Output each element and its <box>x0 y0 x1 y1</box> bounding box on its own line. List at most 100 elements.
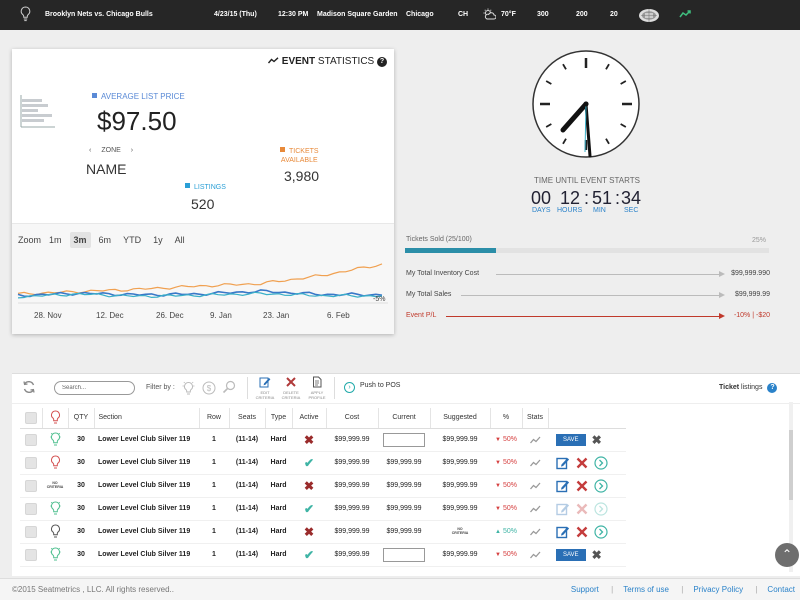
delete-icon[interactable] <box>575 456 589 470</box>
trend-up-icon[interactable] <box>679 9 692 19</box>
table-row[interactable]: NO CRITERIA 30 Lower Level Club Silver 119 1… <box>20 474 626 498</box>
column-header[interactable]: Seats <box>229 408 266 429</box>
push-to-pos-icon[interactable] <box>594 478 608 493</box>
push-to-pos-button[interactable]: › Push to POS <box>344 382 400 393</box>
total-inventory-cost-label: My Total Inventory Cost <box>406 270 480 277</box>
ticket-listings-panel: Filter by : $ EDIT CRITERIA DELETE CRITE… <box>12 373 800 576</box>
lightbulb-icon[interactable] <box>49 547 61 562</box>
lightbulb-icon[interactable] <box>50 524 61 539</box>
check-icon[interactable]: ✔ <box>304 502 314 516</box>
percent-cell: ▼ 50% <box>490 451 522 475</box>
listings-value: 520 <box>191 196 215 212</box>
column-header[interactable]: Current <box>378 408 431 429</box>
column-header[interactable]: % <box>490 408 523 429</box>
zoom-3m[interactable]: 3m <box>69 232 91 248</box>
trend-icon[interactable] <box>529 528 541 536</box>
delete-icon[interactable] <box>575 525 589 539</box>
delete-icon[interactable] <box>575 502 589 516</box>
trend-icon[interactable] <box>529 551 541 559</box>
cancel-icon[interactable]: ✖ <box>592 433 602 447</box>
current-cell <box>378 428 430 452</box>
zone-next-button[interactable]: › <box>131 147 133 154</box>
no-criteria-label: NO CRITERIA <box>451 527 469 535</box>
select-all-checkbox[interactable] <box>24 411 37 424</box>
edit-icon[interactable] <box>556 456 570 470</box>
lightbulb-icon[interactable] <box>49 432 61 447</box>
push-to-pos-icon[interactable] <box>594 524 608 539</box>
lightbulb-icon[interactable] <box>50 455 61 470</box>
edit-icon[interactable] <box>556 502 570 516</box>
check-icon[interactable]: ✔ <box>304 548 314 562</box>
table-row[interactable]: 30 Lower Level Club Silver 119 1 (11-14) Har… <box>20 520 626 544</box>
cancel-icon[interactable]: ✖ <box>592 548 602 562</box>
x-icon[interactable]: ✖ <box>304 433 314 447</box>
search-input[interactable] <box>54 381 135 395</box>
zoom-1y[interactable]: 1y <box>149 232 167 248</box>
help-icon[interactable]: ? <box>767 383 778 393</box>
dollar-filter-icon[interactable]: $ <box>202 381 216 395</box>
current-price-input[interactable] <box>383 432 425 447</box>
column-header[interactable]: Section <box>94 408 200 429</box>
save-button[interactable]: SAVE <box>556 433 586 446</box>
table-row[interactable]: 30 Lower Level Club Silver 119 1 (11-14) Har… <box>20 428 626 452</box>
column-header[interactable]: Suggested <box>430 408 491 429</box>
trend-icon[interactable] <box>529 505 541 513</box>
header-stat-1: 300 <box>537 11 549 18</box>
footer-link-privacy[interactable]: Privacy Policy <box>693 585 743 594</box>
footer-link-contact[interactable]: Contact <box>767 585 795 594</box>
trend-icon[interactable] <box>529 482 541 490</box>
scroll-to-top-button[interactable]: ⌃ <box>775 543 799 567</box>
row-checkbox[interactable] <box>25 433 37 446</box>
zoom-6m[interactable]: 6m <box>95 232 116 248</box>
push-to-pos-icon[interactable] <box>594 455 608 470</box>
delete-icon[interactable] <box>575 479 589 493</box>
trend-icon[interactable] <box>529 436 541 444</box>
percent-cell: ▼ 50% <box>490 474 522 498</box>
countdown-seconds: 34 <box>621 188 642 208</box>
save-button[interactable]: SAVE <box>556 548 586 561</box>
lightbulb-filter-icon[interactable] <box>182 381 195 396</box>
current-price-input[interactable] <box>383 547 425 562</box>
row-checkbox[interactable] <box>25 479 37 492</box>
edit-icon[interactable] <box>556 479 570 493</box>
zone-prev-button[interactable]: ‹ <box>89 147 91 154</box>
search-filter-icon[interactable] <box>222 380 236 395</box>
x-icon[interactable]: ✖ <box>304 479 314 493</box>
lightbulb-icon[interactable] <box>49 501 61 516</box>
column-header[interactable]: Active <box>292 408 327 429</box>
column-header[interactable]: Cost <box>326 408 379 429</box>
row-checkbox[interactable] <box>25 525 37 538</box>
zone-name: NAME <box>86 161 127 177</box>
table-row[interactable]: 30 Lower Level Club Silver 119 1 (11-14) Har… <box>20 497 626 521</box>
edit-icon[interactable] <box>556 525 570 539</box>
column-header[interactable]: Type <box>265 408 293 429</box>
x-tick-label: 9. Jan <box>210 311 232 320</box>
x-icon[interactable]: ✖ <box>304 525 314 539</box>
zoom-all[interactable]: All <box>171 232 189 248</box>
table-row[interactable]: 30 Lower Level Club Silver 119 1 (11-14) Har… <box>20 451 626 475</box>
zoom-1m[interactable]: 1m <box>45 232 66 248</box>
refresh-icon[interactable] <box>22 380 36 394</box>
table-row[interactable]: 30 Lower Level Club Silver 119 1 (11-14) Har… <box>20 543 626 567</box>
select-all-header <box>20 408 43 429</box>
x-tick-label: 26. Dec <box>156 311 184 320</box>
column-header[interactable]: Row <box>199 408 230 429</box>
suggested-cell: $99,999.99 <box>430 497 490 521</box>
row-checkbox-cell <box>20 451 42 475</box>
help-icon[interactable]: ? <box>377 57 387 67</box>
check-icon[interactable]: ✔ <box>304 456 314 470</box>
row-checkbox[interactable] <box>25 548 37 561</box>
delete-criteria-button[interactable]: DELETE CRITERIA <box>278 376 304 400</box>
column-header[interactable]: QTY <box>68 408 95 429</box>
trend-icon[interactable] <box>529 459 541 467</box>
row-checkbox[interactable] <box>25 502 37 515</box>
footer-link-terms[interactable]: Terms of use <box>623 585 669 594</box>
column-header[interactable]: Stats <box>522 408 549 429</box>
edit-criteria-button[interactable]: EDIT CRITERIA <box>252 376 278 400</box>
percent-cell: ▲ 50% <box>490 520 522 544</box>
zoom-ytd[interactable]: YTD <box>119 232 145 248</box>
push-to-pos-icon[interactable] <box>594 501 608 516</box>
footer-link-support[interactable]: Support <box>571 585 599 594</box>
apply-profile-button[interactable]: APPLY PROFILE <box>304 376 330 400</box>
row-checkbox[interactable] <box>25 456 37 469</box>
